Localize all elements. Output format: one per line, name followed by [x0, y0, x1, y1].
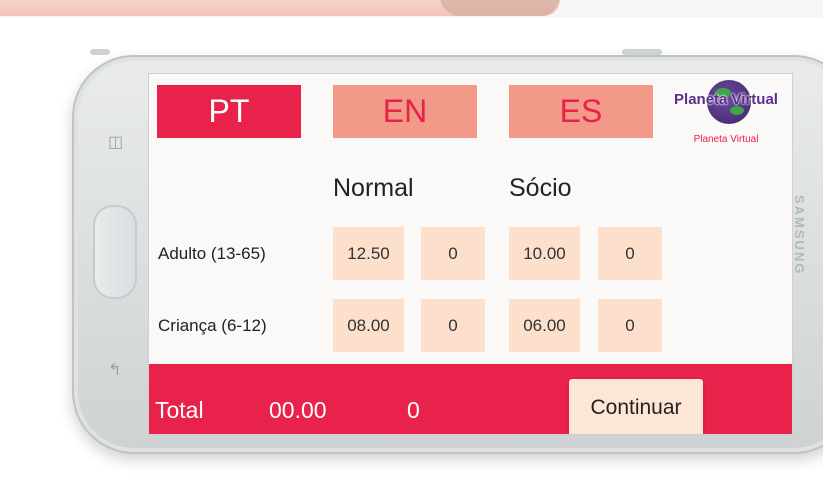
- recent-apps-icon[interactable]: ◫: [108, 132, 123, 152]
- row-label-child: Criança (6-12): [158, 316, 267, 335]
- total-label: Total: [155, 397, 204, 423]
- planeta-virtual-logo: Planeta Virtual: [666, 80, 786, 130]
- logo-text: Planeta Virtual: [674, 91, 778, 108]
- device-brand: SAMSUNG: [792, 195, 807, 276]
- qty-adult-normal[interactable]: 0: [421, 227, 485, 280]
- home-button[interactable]: [93, 205, 137, 299]
- price-adult-socio: 10.00: [509, 227, 580, 280]
- price-adult-normal: 12.50: [333, 227, 404, 280]
- qty-adult-socio[interactable]: 0: [598, 227, 662, 280]
- total-count: 0: [407, 397, 420, 423]
- lang-button-es[interactable]: ES: [509, 85, 653, 138]
- continue-button[interactable]: Continuar: [569, 379, 703, 434]
- lang-button-en[interactable]: EN: [333, 85, 477, 138]
- background-finger: [440, 0, 560, 16]
- phone-top-button: [90, 49, 110, 55]
- price-child-normal: 08.00: [333, 299, 404, 352]
- back-icon[interactable]: ↰: [108, 360, 121, 380]
- total-amount: 00.00: [269, 397, 327, 423]
- phone-top-button-2: [622, 49, 662, 55]
- qty-child-socio[interactable]: 0: [598, 299, 662, 352]
- row-label-adult: Adulto (13-65): [158, 244, 266, 263]
- column-header-normal: Normal: [333, 174, 414, 202]
- lang-button-pt[interactable]: PT: [157, 85, 301, 138]
- qty-child-normal[interactable]: 0: [421, 299, 485, 352]
- app-screen: PT EN ES Planeta Virtual Planeta Virtual…: [148, 73, 793, 435]
- price-child-socio: 06.00: [509, 299, 580, 352]
- column-header-socio: Sócio: [509, 174, 572, 202]
- logo-subtitle: Planeta Virtual: [693, 134, 759, 145]
